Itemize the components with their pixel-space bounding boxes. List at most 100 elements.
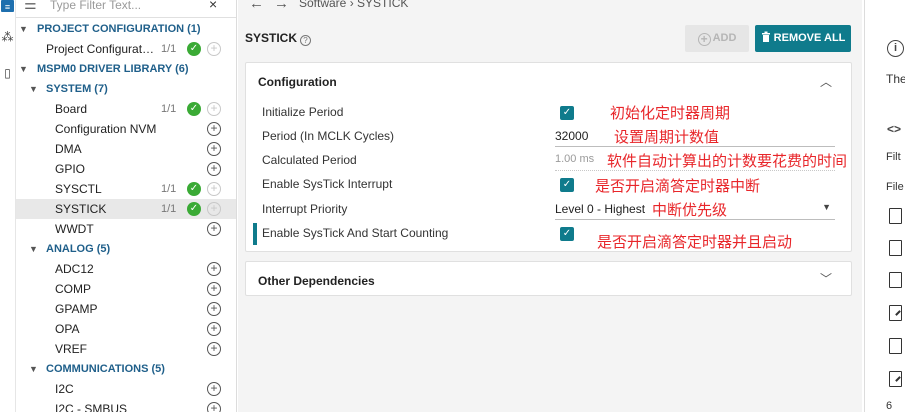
file-column-label: File bbox=[886, 181, 904, 193]
module-tree: ☰ Type Filter Text... × ▼ PROJECT CONFIGU… bbox=[16, 0, 237, 412]
add-circle-icon[interactable]: + bbox=[207, 262, 221, 276]
add-circle-icon[interactable]: + bbox=[207, 122, 221, 136]
add-circle-icon[interactable]: + bbox=[207, 102, 221, 116]
tree-item[interactable]: OPA + bbox=[16, 319, 236, 339]
tree-item[interactable]: ADC12 + bbox=[16, 259, 236, 279]
remove-all-button[interactable]: REMOVE ALL bbox=[755, 25, 851, 52]
add-circle-icon[interactable]: + bbox=[207, 42, 221, 56]
annotation: 初始化定时器周期 bbox=[610, 104, 731, 122]
tree-item[interactable]: DMA + bbox=[16, 139, 236, 159]
config-row: Period (In MCLK Cycles) 32000 bbox=[246, 126, 846, 148]
add-circle-icon[interactable]: + bbox=[207, 282, 221, 296]
panel-icon[interactable]: ▯ bbox=[1, 66, 14, 80]
file-edit-icon[interactable] bbox=[889, 371, 902, 387]
sysconfig-window: ≡ ⁂ ▯ ☰ Type Filter Text... × ▼ PROJECT C… bbox=[0, 0, 905, 412]
tree-item[interactable]: SYSCTL 1/1 ✓ + bbox=[16, 179, 236, 199]
chevron-down-icon[interactable]: ▼ bbox=[29, 359, 38, 379]
chevron-down-icon[interactable]: ▼ bbox=[19, 19, 28, 39]
tree-item-label: Configuration NVM bbox=[55, 122, 157, 136]
file-icon[interactable] bbox=[889, 272, 902, 288]
tree-item[interactable]: Configuration NVM + bbox=[16, 119, 236, 139]
filter-icon[interactable]: ☰ bbox=[24, 0, 37, 13]
code-icon[interactable]: <> bbox=[887, 122, 901, 136]
shortcuts-icon[interactable]: ⁂ bbox=[1, 30, 14, 44]
module-title-text: SYSTICK bbox=[245, 31, 298, 45]
chevron-down-icon[interactable]: ▼ bbox=[29, 239, 38, 259]
tree-category[interactable]: ▼ ANALOG (5) bbox=[16, 239, 236, 259]
config-checkbox[interactable]: ✓ bbox=[560, 106, 574, 120]
instance-count: 1/1 bbox=[161, 183, 177, 195]
tree-item[interactable]: Project Configurat… 1/1 ✓ + bbox=[16, 39, 236, 59]
tree-item[interactable]: WWDT + bbox=[16, 219, 236, 239]
tree-item[interactable]: Board 1/1 ✓ + bbox=[16, 99, 236, 119]
config-checkbox[interactable]: ✓ bbox=[560, 227, 574, 241]
tree-item[interactable]: VREF + bbox=[16, 339, 236, 359]
chevron-down-icon[interactable]: ▼ bbox=[19, 59, 28, 79]
file-icon[interactable] bbox=[889, 338, 902, 354]
tree-item[interactable]: SYSTICK 1/1 ✓ + bbox=[16, 199, 236, 219]
tree-category-label: ANALOG (5) bbox=[46, 243, 111, 255]
tree-category[interactable]: ▼ MSPM0 DRIVER LIBRARY (6) bbox=[16, 59, 236, 79]
chevron-down-icon[interactable]: ﹀ bbox=[820, 270, 832, 287]
add-circle-icon[interactable]: + bbox=[207, 322, 221, 336]
tree-item-label: I2C - SMBUS bbox=[55, 402, 128, 412]
module-title: SYSTICK? bbox=[245, 31, 312, 46]
add-circle-icon[interactable]: + bbox=[207, 402, 221, 412]
configuration-title[interactable]: Configuration bbox=[258, 75, 337, 89]
close-icon[interactable]: × bbox=[209, 0, 217, 12]
add-circle-icon[interactable]: + bbox=[207, 202, 221, 216]
help-icon[interactable]: ? bbox=[300, 35, 312, 46]
back-arrow-icon[interactable]: ← bbox=[249, 0, 264, 12]
remove-all-label: REMOVE ALL bbox=[773, 32, 846, 44]
tree-item-label: VREF bbox=[55, 342, 88, 356]
app-icon[interactable]: ≡ bbox=[1, 0, 14, 12]
add-circle-icon[interactable]: + bbox=[207, 182, 221, 196]
add-button-label: ADD bbox=[712, 32, 737, 44]
tree-item[interactable]: GPAMP + bbox=[16, 299, 236, 319]
tree-item-label: GPIO bbox=[55, 162, 86, 176]
right-panel: i The <> Filt File 6 To bbox=[864, 0, 905, 412]
forward-arrow-icon[interactable]: → bbox=[274, 0, 289, 12]
add-circle-icon[interactable]: + bbox=[207, 382, 221, 396]
chevron-up-icon[interactable]: ︿ bbox=[820, 73, 832, 90]
other-dependencies-title[interactable]: Other Dependencies bbox=[258, 274, 375, 288]
tree-item[interactable]: I2C - SMBUS + bbox=[16, 399, 236, 412]
info-icon[interactable]: i bbox=[887, 40, 904, 57]
add-circle-icon[interactable]: + bbox=[207, 162, 221, 176]
tree-item[interactable]: I2C + bbox=[16, 379, 236, 399]
tree-item-label: SYSCTL bbox=[55, 182, 102, 196]
tree-category[interactable]: ▼ PROJECT CONFIGURATION (1) bbox=[16, 19, 236, 39]
focus-indicator bbox=[253, 223, 257, 245]
filter-input[interactable]: Type Filter Text... bbox=[50, 0, 141, 12]
chevron-down-icon[interactable]: ▼ bbox=[29, 79, 38, 99]
check-circle-icon: ✓ bbox=[187, 102, 201, 116]
annotation: 软件自动计算出的计数要花费的时间 bbox=[607, 152, 848, 170]
tree-item-label: SYSTICK bbox=[55, 202, 107, 216]
add-circle-icon[interactable]: + bbox=[207, 302, 221, 316]
breadcrumb[interactable]: Software › SYSTICK bbox=[299, 0, 408, 10]
annotation: 是否开启滴答定时器中断 bbox=[595, 177, 761, 195]
tree-category-label: SYSTEM (7) bbox=[46, 83, 108, 95]
other-dependencies-card[interactable]: Other Dependencies ﹀ bbox=[245, 261, 852, 296]
tree-category[interactable]: ▼ COMMUNICATIONS (5) bbox=[16, 359, 236, 379]
config-label: Initialize Period bbox=[262, 105, 344, 119]
file-edit-icon[interactable] bbox=[889, 305, 902, 321]
tree-category[interactable]: ▼ SYSTEM (7) bbox=[16, 79, 236, 99]
add-circle-icon[interactable]: + bbox=[207, 342, 221, 356]
config-checkbox[interactable]: ✓ bbox=[560, 178, 574, 192]
dropdown-arrow-icon: ▼ bbox=[822, 202, 831, 212]
config-label: Calculated Period bbox=[262, 153, 357, 167]
tree-item-label: WWDT bbox=[55, 222, 94, 236]
add-circle-icon[interactable]: + bbox=[207, 222, 221, 236]
tree-item[interactable]: GPIO + bbox=[16, 159, 236, 179]
tree-category-label: PROJECT CONFIGURATION (1) bbox=[37, 23, 201, 35]
file-icon[interactable] bbox=[889, 240, 902, 256]
file-icon[interactable] bbox=[889, 208, 902, 224]
tree-item[interactable]: COMP + bbox=[16, 279, 236, 299]
add-button[interactable]: + ADD bbox=[685, 25, 749, 52]
tree-item-label: Board bbox=[55, 102, 88, 116]
tree-item-label: ADC12 bbox=[55, 262, 94, 276]
instance-count: 1/1 bbox=[161, 203, 177, 215]
add-circle-icon[interactable]: + bbox=[207, 142, 221, 156]
icon-rail: ≡ ⁂ ▯ bbox=[0, 0, 16, 412]
